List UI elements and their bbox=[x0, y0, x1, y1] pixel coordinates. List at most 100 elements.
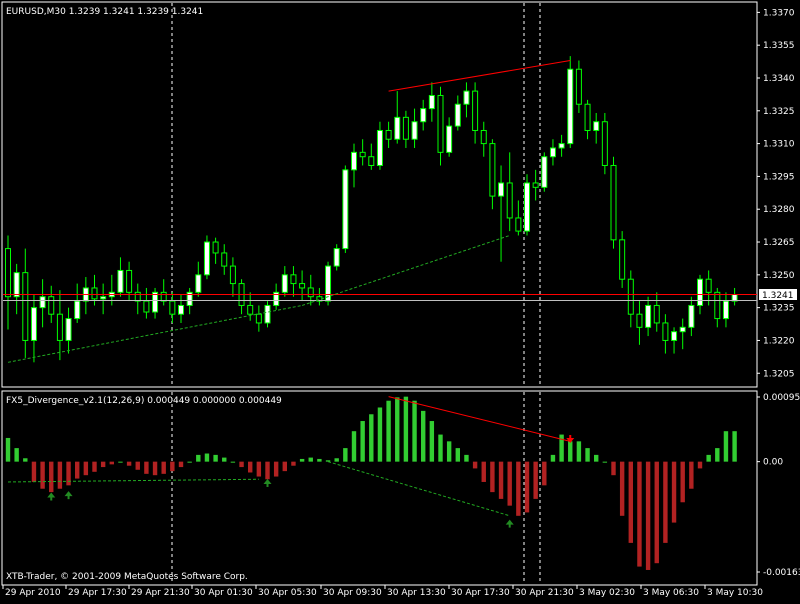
candle-body bbox=[5, 248, 11, 298]
main-chart-frame[interactable] bbox=[1, 1, 758, 388]
time-tick-label: 3 May 06:30 bbox=[643, 588, 699, 598]
candle-body bbox=[402, 116, 409, 140]
candle-body bbox=[74, 300, 81, 320]
candle-body bbox=[472, 90, 479, 131]
histogram-bar bbox=[645, 461, 651, 570]
candle bbox=[342, 165, 349, 253]
candle-body bbox=[325, 265, 332, 302]
candle-body bbox=[480, 129, 487, 145]
candle-body bbox=[498, 182, 505, 197]
candle-body bbox=[255, 313, 262, 324]
histogram-bar bbox=[126, 461, 132, 466]
histogram-bar bbox=[723, 431, 729, 462]
histogram-bar bbox=[135, 461, 140, 470]
histogram-bar bbox=[446, 441, 452, 462]
indicator-tick-label: 0.000955 bbox=[763, 393, 800, 403]
candle bbox=[524, 174, 530, 236]
candle-body bbox=[506, 182, 513, 219]
candle-body bbox=[30, 307, 37, 341]
candle-body bbox=[385, 129, 392, 140]
candle-body bbox=[394, 116, 401, 140]
histogram-bar bbox=[75, 461, 80, 479]
candle-body bbox=[126, 269, 133, 293]
candle-body bbox=[221, 252, 228, 267]
candle-body bbox=[610, 164, 617, 241]
histogram-bar bbox=[421, 410, 426, 462]
candle-body bbox=[307, 287, 314, 298]
histogram-bar bbox=[481, 461, 486, 482]
candle-body bbox=[662, 322, 669, 341]
candle-body bbox=[359, 151, 366, 158]
candle-body bbox=[601, 121, 608, 166]
histogram-bar bbox=[187, 461, 192, 463]
histogram-bar bbox=[611, 461, 616, 476]
candle-body bbox=[705, 278, 712, 293]
candle-body bbox=[100, 296, 107, 300]
histogram-bar bbox=[222, 457, 227, 462]
histogram-bar bbox=[343, 448, 348, 462]
histogram-bar bbox=[490, 461, 495, 493]
histogram-bar bbox=[395, 397, 400, 462]
candle-body bbox=[152, 291, 159, 313]
histogram-bar bbox=[576, 441, 582, 462]
histogram-bar bbox=[23, 458, 28, 462]
time-tick-label: 30 Apr 13:30 bbox=[387, 588, 446, 598]
histogram-bar bbox=[619, 461, 625, 516]
candle-body bbox=[437, 94, 444, 153]
candle-body bbox=[636, 313, 643, 328]
histogram-bar bbox=[403, 396, 409, 462]
time-tick-label: 29 Apr 2010 bbox=[5, 588, 61, 598]
histogram-bar bbox=[369, 414, 374, 462]
candle-body bbox=[264, 304, 271, 324]
price-tick-label: 1.3235 bbox=[763, 304, 795, 314]
candle-body bbox=[117, 269, 124, 293]
price-tick-label: 1.3280 bbox=[763, 205, 795, 215]
histogram-bar bbox=[689, 461, 694, 489]
histogram-bar bbox=[706, 454, 711, 462]
candle-body bbox=[428, 94, 435, 110]
histogram-bar bbox=[663, 461, 668, 543]
histogram-bar bbox=[516, 461, 521, 516]
candle-body bbox=[368, 156, 375, 166]
candle-body bbox=[91, 287, 98, 300]
histogram-bar bbox=[377, 407, 383, 462]
price-tick-label: 1.3205 bbox=[763, 369, 795, 379]
histogram-bar bbox=[715, 448, 720, 462]
histogram-bar bbox=[109, 461, 114, 465]
candle bbox=[333, 244, 340, 271]
time-tick-label: 29 Apr 21:30 bbox=[131, 588, 190, 598]
candle-body bbox=[281, 274, 288, 293]
histogram-bar bbox=[351, 431, 357, 462]
histogram-bar bbox=[291, 461, 296, 466]
histogram-bar bbox=[273, 461, 279, 477]
candle-body bbox=[446, 125, 453, 153]
histogram-bar bbox=[585, 448, 590, 462]
candle-body bbox=[567, 68, 574, 145]
time-tick-label: 29 Apr 17:30 bbox=[68, 588, 127, 598]
candle-body bbox=[532, 182, 539, 188]
histogram-bar bbox=[360, 421, 365, 462]
price-tick-label: 1.3295 bbox=[763, 172, 795, 182]
price-tick-label: 1.3355 bbox=[763, 41, 795, 51]
chart-window: 1.3370 1.3355 1.3340 1.3325 1.3310 1.3295 1.32… bbox=[0, 0, 800, 600]
candle-body bbox=[653, 304, 660, 324]
price-tick-label: 1.3340 bbox=[763, 74, 795, 84]
histogram-bar bbox=[152, 461, 158, 476]
histogram-bar bbox=[464, 454, 469, 462]
histogram-bar bbox=[170, 461, 175, 472]
time-tick-label: 30 Apr 09:30 bbox=[323, 588, 382, 598]
histogram-bar bbox=[230, 461, 236, 463]
histogram-bar bbox=[213, 454, 218, 462]
candle-body bbox=[714, 291, 721, 320]
candle bbox=[619, 231, 626, 288]
candle-body bbox=[13, 272, 20, 298]
indicator-tick-label: 0.00 bbox=[763, 458, 783, 468]
price-axis: 1.3370 1.3355 1.3340 1.3325 1.3310 1.3295 1.32… bbox=[757, 8, 795, 379]
histogram-bar bbox=[204, 453, 210, 462]
price-tick-label: 1.3370 bbox=[763, 8, 795, 18]
histogram-bar bbox=[40, 461, 45, 489]
histogram-bar bbox=[31, 461, 37, 482]
candle-body bbox=[524, 182, 530, 232]
histogram-bar bbox=[594, 454, 599, 462]
candle-body bbox=[688, 304, 695, 328]
